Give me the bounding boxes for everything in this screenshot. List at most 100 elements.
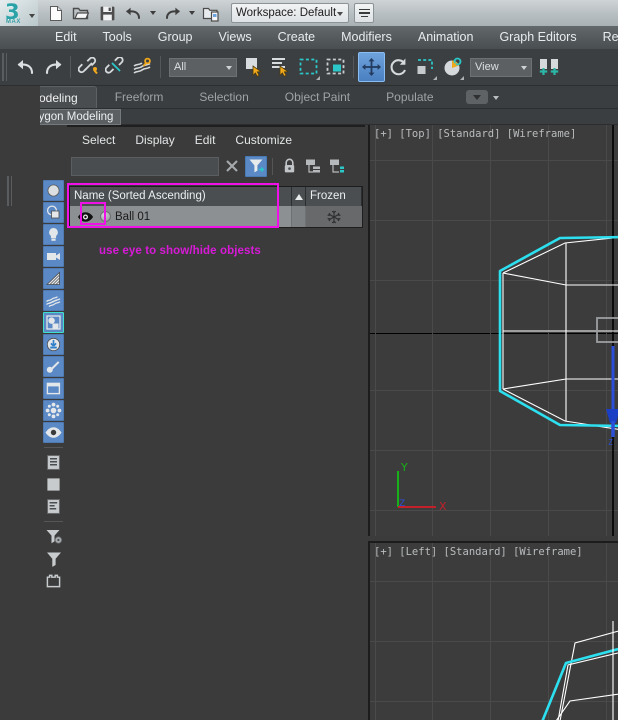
explorer-menu-edit[interactable]: Edit	[185, 133, 226, 147]
column-header-frozen[interactable]: Frozen	[306, 187, 362, 206]
display-space-warps-icon[interactable]	[43, 290, 64, 311]
chevron-down-icon[interactable]	[226, 66, 232, 70]
viewport-top[interactable]: Z Y X Z [+] [Top] [Standard] [Wireframe]	[368, 125, 618, 536]
select-and-move-icon[interactable]	[358, 52, 385, 82]
annotation-text: use eye to show/hide objests	[99, 245, 261, 257]
redo-icon[interactable]	[160, 2, 184, 24]
mirror-icon[interactable]	[536, 52, 563, 82]
snowflake-icon[interactable]	[306, 206, 362, 227]
flyout-arrow-icon[interactable]	[460, 76, 464, 80]
display-groups-icon[interactable]	[43, 312, 64, 333]
rectangular-selection-region-icon[interactable]	[295, 52, 322, 82]
sort-ascending-icon[interactable]	[292, 187, 306, 206]
workspace-value: Workspace: Default	[236, 7, 336, 19]
properties-list-icon[interactable]	[43, 496, 64, 517]
display-hidden-icon[interactable]	[43, 422, 64, 443]
select-object-icon[interactable]	[241, 52, 268, 82]
panel-grip[interactable]	[7, 176, 13, 206]
display-shapes-icon[interactable]	[43, 202, 64, 223]
quick-access-toolbar: Workspace: Default	[38, 0, 374, 26]
search-input[interactable]	[71, 157, 219, 176]
menu-tools[interactable]: Tools	[90, 26, 145, 49]
viewport-left-scene	[370, 543, 618, 720]
chevron-down-icon[interactable]	[493, 96, 499, 100]
select-and-rotate-icon[interactable]	[385, 52, 412, 82]
selection-filter-combo[interactable]: All	[169, 58, 237, 77]
ribbon-tab-selection[interactable]: Selection	[181, 86, 266, 108]
menu-edit[interactable]: Edit	[42, 26, 90, 49]
filter-funnel-icon[interactable]	[43, 548, 64, 569]
collapse-hierarchy-icon[interactable]	[326, 156, 348, 177]
menu-create[interactable]: Create	[265, 26, 329, 49]
menu-views[interactable]: Views	[205, 26, 264, 49]
table-header-row: Name (Sorted Ascending) Frozen	[70, 187, 362, 206]
viewport-left-label[interactable]: [+] [Left] [Standard] [Wireframe]	[374, 546, 583, 558]
redo-icon[interactable]	[39, 52, 66, 82]
app-window: 3 MAX Work	[0, 0, 618, 720]
flyout-arrow-icon[interactable]	[316, 76, 320, 80]
filter-settings-icon[interactable]	[43, 526, 64, 547]
display-geometry-icon[interactable]	[43, 180, 64, 201]
display-containers-icon[interactable]	[43, 378, 64, 399]
display-particles-icon[interactable]	[43, 400, 64, 421]
reference-coordinate-combo[interactable]: View	[470, 58, 532, 77]
table-row[interactable]: Ball 01	[70, 206, 362, 227]
select-and-place-icon[interactable]	[439, 52, 466, 82]
expand-hierarchy-icon[interactable]	[302, 156, 324, 177]
display-helpers-icon[interactable]	[43, 268, 64, 289]
workspace-selector[interactable]: Workspace: Default	[231, 3, 349, 23]
toolbar-separator	[353, 56, 354, 78]
object-color-swatch[interactable]	[100, 211, 111, 222]
display-cameras-icon[interactable]	[43, 246, 64, 267]
column-header-name[interactable]: Name (Sorted Ascending)	[70, 187, 292, 206]
explorer-menu-customize[interactable]: Customize	[225, 133, 302, 147]
viewport-left[interactable]: [+] [Left] [Standard] [Wireframe]	[368, 541, 618, 720]
scene-explorer-menu-bar: Select Display Edit Customize	[67, 127, 365, 152]
window-crossing-icon[interactable]	[322, 52, 349, 82]
explorer-menu-select[interactable]: Select	[72, 133, 125, 147]
project-folder-icon[interactable]	[199, 2, 223, 24]
undo-dropdown-icon[interactable]	[147, 2, 158, 24]
menu-group[interactable]: Group	[145, 26, 206, 49]
clear-search-icon[interactable]	[221, 156, 243, 177]
ribbon-tab-freeform[interactable]: Freeform	[97, 86, 182, 108]
container-icon[interactable]	[43, 570, 64, 591]
svg-text:Y: Y	[400, 461, 408, 474]
bind-to-space-warp-icon[interactable]	[129, 52, 156, 82]
select-and-link-icon[interactable]	[75, 52, 102, 82]
chevron-down-icon[interactable]	[337, 12, 343, 16]
filter-funnel-icon[interactable]	[245, 156, 267, 177]
explorer-menu-display[interactable]: Display	[125, 133, 184, 147]
undo-icon[interactable]	[121, 2, 145, 24]
flyout-arrow-icon[interactable]	[433, 76, 437, 80]
menu-graph-editors[interactable]: Graph Editors	[486, 26, 589, 49]
select-by-name-icon[interactable]	[268, 52, 295, 82]
max-logo[interactable]: 3 MAX	[0, 0, 38, 26]
display-bones-icon[interactable]	[43, 356, 64, 377]
undo-icon[interactable]	[12, 52, 39, 82]
menu-rendering[interactable]: Rendering	[590, 26, 618, 49]
lock-icon[interactable]	[278, 156, 300, 177]
eye-icon[interactable]	[74, 208, 96, 225]
menu-modifiers[interactable]: Modifiers	[328, 26, 405, 49]
redo-dropdown-icon[interactable]	[186, 2, 197, 24]
ribbon-minimize-button[interactable]	[466, 90, 488, 104]
workspace-menu-button[interactable]	[354, 3, 374, 23]
display-xrefs-icon[interactable]	[43, 334, 64, 355]
chevron-down-icon[interactable]	[521, 66, 527, 70]
ribbon-tab-populate[interactable]: Populate	[368, 86, 451, 108]
chevron-down-icon[interactable]	[29, 14, 35, 18]
viewport-top-label[interactable]: [+] [Top] [Standard] [Wireframe]	[374, 128, 576, 140]
new-file-icon[interactable]	[43, 2, 67, 24]
select-and-scale-icon[interactable]	[412, 52, 439, 82]
unlink-selection-icon[interactable]	[102, 52, 129, 82]
ribbon-tab-object-paint[interactable]: Object Paint	[267, 86, 368, 108]
save-file-icon[interactable]	[95, 2, 119, 24]
blank-panel-icon[interactable]	[43, 474, 64, 495]
layer-list-icon[interactable]	[43, 452, 64, 473]
display-lights-icon[interactable]	[43, 224, 64, 245]
row-name-cell[interactable]: Ball 01	[70, 206, 292, 227]
open-file-icon[interactable]	[69, 2, 93, 24]
toolbar-grip[interactable]	[2, 53, 9, 81]
menu-animation[interactable]: Animation	[405, 26, 487, 49]
